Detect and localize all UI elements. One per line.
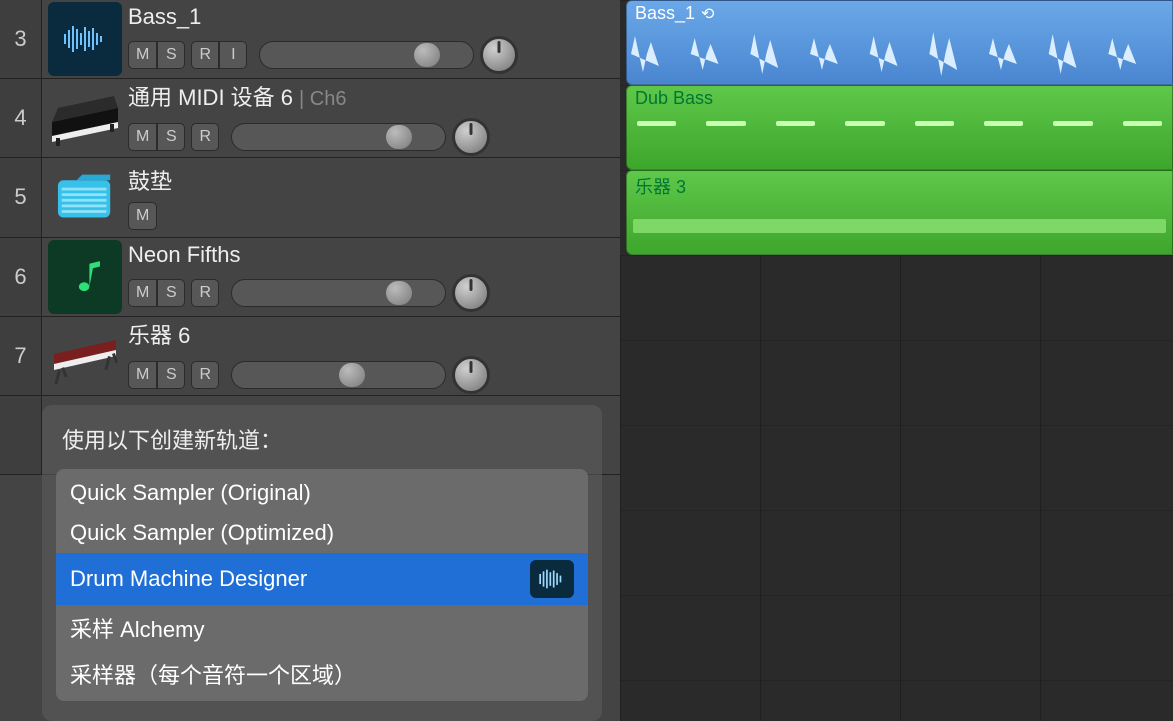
track-row[interactable]: 4 通用 MIDI 设备 6 | Ch6 M S — [0, 79, 620, 158]
option-label: Quick Sampler (Optimized) — [70, 520, 334, 546]
option-sampler-zone-per-note[interactable]: 采样器（每个音符一个区域） — [56, 651, 588, 697]
region-title: 乐器 3 — [635, 173, 686, 199]
track-body: Neon Fifths M S R — [128, 242, 620, 312]
mute-button[interactable]: M — [128, 361, 157, 389]
loop-icon: ⟲ — [701, 4, 714, 24]
volume-thumb[interactable] — [386, 281, 412, 305]
track-number-empty — [0, 396, 42, 474]
waveform-icon[interactable] — [530, 560, 574, 598]
waveform-display — [631, 26, 1168, 82]
volume-thumb[interactable] — [339, 363, 365, 387]
arrange-area[interactable]: Bass_1 ⟲ — [620, 0, 1173, 721]
folder-stack-icon[interactable] — [48, 160, 122, 234]
volume-slider[interactable] — [231, 361, 446, 389]
music-note-icon[interactable] — [48, 240, 122, 314]
option-quick-sampler-optimized[interactable]: Quick Sampler (Optimized) — [56, 513, 588, 553]
solo-button[interactable]: S — [157, 279, 185, 307]
drop-panel-options: Quick Sampler (Original) Quick Sampler (… — [56, 469, 588, 701]
track-number[interactable]: 7 — [0, 317, 42, 395]
pan-knob[interactable] — [480, 36, 518, 74]
pan-knob[interactable] — [452, 356, 490, 394]
volume-thumb[interactable] — [414, 43, 440, 67]
solo-button[interactable]: S — [157, 361, 185, 389]
track-row[interactable]: 5 鼓垫 M — [0, 158, 620, 237]
mute-button[interactable]: M — [128, 202, 157, 230]
midi-region[interactable]: Dub Bass — [626, 85, 1173, 170]
pan-knob[interactable] — [452, 274, 490, 312]
piano-icon[interactable] — [48, 81, 122, 155]
midi-notes-display — [627, 111, 1172, 136]
option-label: Drum Machine Designer — [70, 566, 307, 592]
input-monitor-button[interactable]: I — [219, 41, 247, 69]
track-body: 通用 MIDI 设备 6 | Ch6 M S R — [128, 80, 620, 156]
track-row[interactable]: 7 乐器 6 M S — [0, 317, 620, 396]
record-button[interactable]: R — [191, 41, 219, 69]
track-name[interactable]: 通用 MIDI 设备 6 — [128, 80, 293, 112]
track-name[interactable]: Neon Fifths — [128, 242, 241, 268]
track-channel-label: | Ch6 — [299, 88, 346, 111]
audio-region[interactable]: Bass_1 ⟲ — [626, 0, 1173, 85]
keyboard-instrument-icon[interactable] — [48, 319, 122, 393]
track-body: Bass_1 M S R I — [128, 4, 620, 74]
region-title: Dub Bass — [635, 88, 713, 109]
track-number[interactable]: 6 — [0, 238, 42, 316]
volume-slider[interactable] — [231, 123, 446, 151]
daw-window: 3 Bass_1 M S R I — [0, 0, 1173, 721]
option-sample-alchemy[interactable]: 采样 Alchemy — [56, 605, 588, 651]
option-label: 采样器（每个音符一个区域） — [70, 658, 356, 690]
option-label: 采样 Alchemy — [70, 612, 204, 644]
record-button[interactable]: R — [191, 279, 219, 307]
region-title: Bass_1 — [635, 3, 695, 24]
track-name[interactable]: Bass_1 — [128, 4, 201, 30]
drop-panel-title: 使用以下创建新轨道： — [62, 423, 588, 455]
track-header-pane: 3 Bass_1 M S R I — [0, 0, 620, 721]
option-label: Quick Sampler (Original) — [70, 480, 311, 506]
volume-thumb[interactable] — [386, 125, 412, 149]
solo-button[interactable]: S — [157, 123, 185, 151]
midi-region[interactable]: 乐器 3 — [626, 170, 1173, 255]
waveform-icon[interactable] — [48, 2, 122, 76]
track-number[interactable]: 4 — [0, 79, 42, 157]
track-row[interactable]: 3 Bass_1 M S R I — [0, 0, 620, 79]
track-body: 乐器 6 M S R — [128, 318, 620, 394]
track-body: 鼓垫 M — [128, 164, 620, 230]
midi-notes-display — [633, 219, 1166, 233]
solo-button[interactable]: S — [157, 41, 185, 69]
record-button[interactable]: R — [191, 361, 219, 389]
track-number[interactable]: 3 — [0, 0, 42, 78]
create-track-drop-panel: 使用以下创建新轨道： Quick Sampler (Original) Quic… — [42, 405, 602, 721]
pan-knob[interactable] — [452, 118, 490, 156]
option-drum-machine-designer[interactable]: Drum Machine Designer — [56, 553, 588, 605]
record-button[interactable]: R — [191, 123, 219, 151]
mute-button[interactable]: M — [128, 123, 157, 151]
mute-button[interactable]: M — [128, 279, 157, 307]
track-name[interactable]: 鼓垫 — [128, 164, 172, 196]
mute-button[interactable]: M — [128, 41, 157, 69]
track-number[interactable]: 5 — [0, 158, 42, 236]
track-name[interactable]: 乐器 6 — [128, 318, 190, 350]
volume-slider[interactable] — [231, 279, 446, 307]
volume-slider[interactable] — [259, 41, 474, 69]
track-row[interactable]: 6 Neon Fifths M S R — [0, 238, 620, 317]
option-quick-sampler-original[interactable]: Quick Sampler (Original) — [56, 473, 588, 513]
